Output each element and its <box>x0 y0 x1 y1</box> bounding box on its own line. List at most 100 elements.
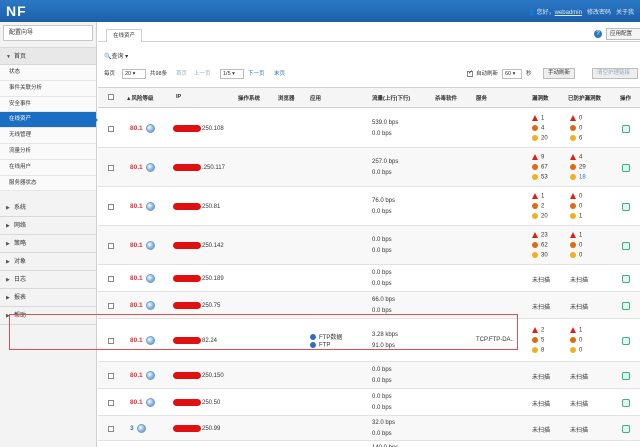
protected-count[interactable]: 0 <box>570 241 582 248</box>
protected-count[interactable]: 1 <box>570 212 582 219</box>
row-checkbox[interactable] <box>108 372 114 379</box>
header-traffic[interactable]: 流量(上行|下行) <box>372 94 410 102</box>
row-checkbox[interactable] <box>108 275 114 282</box>
header-app[interactable]: 应用 <box>310 94 321 102</box>
header-risk[interactable]: ▲风险等级 <box>126 94 153 102</box>
about-link[interactable]: 关于我 <box>616 10 634 16</box>
vuln-count[interactable]: 1 <box>532 114 544 121</box>
sidebar-group-logs[interactable]: ▶ 日志 <box>0 271 96 290</box>
header-browser[interactable]: 浏览器 <box>278 94 295 102</box>
refresh-interval-select[interactable]: 60 ▾ <box>502 69 522 79</box>
vuln-count[interactable]: 67 <box>532 163 548 170</box>
vuln-count[interactable]: 23 <box>532 231 548 238</box>
table-row[interactable]: 80.1 .250.117 257.0 bps 0.0 bps 9 67 53 4 29 18 <box>98 148 640 187</box>
vuln-count[interactable]: 2 <box>532 202 544 209</box>
detail-action-icon[interactable] <box>622 371 630 380</box>
table-row[interactable]: 80.1 250.150 0.0 bps 0.0 bps 未扫描 未扫描 <box>98 362 640 389</box>
host-icon[interactable] <box>145 201 155 211</box>
host-icon[interactable] <box>145 300 155 310</box>
sidebar-group-system[interactable]: ▶ 系统 <box>0 199 96 218</box>
header-antivirus[interactable]: 杀毒软件 <box>435 94 457 102</box>
protected-count[interactable]: 0 <box>570 124 582 131</box>
vuln-count[interactable]: 20 <box>532 212 548 219</box>
row-checkbox[interactable] <box>108 125 114 132</box>
vuln-count[interactable]: 8 <box>532 346 544 353</box>
table-row[interactable]: 3 250.99 32.0 bps 0.0 bps 未扫描 未扫描 <box>98 416 640 441</box>
header-ip[interactable]: IP <box>176 94 181 100</box>
detail-action-icon[interactable] <box>622 398 630 407</box>
protected-count[interactable]: 0 <box>570 202 582 209</box>
table-row[interactable]: 80.1 250.81 76.0 bps 0.0 bps 1 2 20 0 0 1 <box>98 187 640 226</box>
protected-count[interactable]: 18 <box>570 173 586 180</box>
vuln-count[interactable]: 62 <box>532 241 548 248</box>
manual-refresh-button[interactable]: 手动刷新 <box>543 68 576 79</box>
vuln-count[interactable]: 53 <box>532 173 548 180</box>
tab-online-assets[interactable]: 在线资产 <box>106 29 143 42</box>
row-checkbox[interactable] <box>108 203 114 210</box>
vuln-count[interactable]: 2 <box>532 326 544 333</box>
protected-count[interactable]: 0 <box>570 251 582 258</box>
sidebar-item-wireless[interactable]: 无线管理 <box>0 128 96 144</box>
sidebar-item-event-correlation[interactable]: 事件关联分析 <box>0 80 96 97</box>
sidebar-item-online-users[interactable]: 在线用户 <box>0 159 96 176</box>
detail-action-icon[interactable] <box>622 163 630 172</box>
next-page-button[interactable]: 下一页 <box>248 69 265 77</box>
query-toggle[interactable]: 🔍查询 ▾ <box>104 51 128 60</box>
header-protected[interactable]: 已防护漏洞数 <box>568 94 601 102</box>
protected-count[interactable]: 4 <box>570 153 582 160</box>
table-row[interactable]: 80.1 250.108 539.0 bps 0.0 bps 1 4 20 0 0 6 <box>98 109 640 148</box>
detail-action-icon[interactable] <box>622 274 630 283</box>
protected-count[interactable]: 0 <box>570 114 582 121</box>
change-password-link[interactable]: 修改密码 <box>587 10 611 16</box>
select-all-checkbox[interactable] <box>108 94 114 100</box>
help-icon[interactable]: ? <box>594 30 602 38</box>
host-icon[interactable] <box>145 240 155 250</box>
vuln-count[interactable]: 1 <box>532 192 544 199</box>
header-vuln[interactable]: 漏洞数 <box>532 94 549 102</box>
detail-action-icon[interactable] <box>622 124 630 133</box>
row-checkbox[interactable] <box>108 164 114 171</box>
detail-action-icon[interactable] <box>622 336 630 345</box>
config-wizard-button[interactable]: 配置向导 <box>3 25 93 41</box>
protected-count[interactable]: 1 <box>570 326 582 333</box>
host-icon[interactable] <box>145 273 155 283</box>
vuln-count[interactable]: 5 <box>532 336 544 343</box>
page-select[interactable]: 1/5 ▾ <box>220 69 244 79</box>
header-service[interactable]: 服务 <box>476 94 487 102</box>
table-row[interactable]: 80.1 250.142 0.0 bps 0.0 bps 23 62 30 1 0 0 <box>98 226 640 265</box>
sidebar-group-network[interactable]: ▶ 网络 <box>0 217 96 236</box>
row-checkbox[interactable] <box>108 399 114 406</box>
row-checkbox[interactable] <box>108 242 114 249</box>
username-link[interactable]: webadmin <box>555 10 582 16</box>
sidebar-item-server-status[interactable]: 服务器状态 <box>0 175 96 192</box>
app-config-button[interactable]: 应用配置 <box>606 28 640 40</box>
protected-count[interactable]: 29 <box>570 163 586 170</box>
auto-refresh-checkbox[interactable] <box>467 69 473 77</box>
sidebar-group-policy[interactable]: ▶ 策略 <box>0 235 96 254</box>
header-os[interactable]: 操作系统 <box>238 94 260 102</box>
table-row[interactable]: 80.1 250.50 0.0 bps 0.0 bps 未扫描 未扫描 <box>98 389 640 416</box>
protected-count[interactable]: 0 <box>570 336 582 343</box>
last-page-button[interactable]: 末页 <box>274 69 285 77</box>
host-icon[interactable] <box>145 123 155 133</box>
vuln-count[interactable]: 4 <box>532 124 544 131</box>
detail-action-icon[interactable] <box>622 424 630 433</box>
sidebar-group-objects[interactable]: ▶ 对象 <box>0 253 96 272</box>
sidebar-item-security-events[interactable]: 安全事件 <box>0 96 96 113</box>
sidebar-group-reports[interactable]: ▶ 报表 <box>0 289 96 308</box>
vuln-count[interactable]: 20 <box>532 134 548 141</box>
protected-count[interactable]: 0 <box>570 346 582 353</box>
sidebar-item-status[interactable]: 状态 <box>0 65 96 81</box>
row-checkbox[interactable] <box>108 425 114 432</box>
detail-action-icon[interactable] <box>622 301 630 310</box>
host-icon[interactable] <box>145 162 155 172</box>
host-icon[interactable] <box>136 423 146 433</box>
sidebar-item-traffic[interactable]: 流量分析 <box>0 143 96 160</box>
sidebar-item-online-assets[interactable]: 在线资产 <box>0 112 96 129</box>
detail-action-icon[interactable] <box>622 202 630 211</box>
detail-action-icon[interactable] <box>622 241 630 250</box>
row-checkbox[interactable] <box>108 302 114 309</box>
table-row[interactable]: 80.1 250.189 0.0 bps 0.0 bps 未扫描 未扫描 <box>98 265 640 292</box>
protected-count[interactable]: 6 <box>570 134 582 141</box>
vuln-count[interactable]: 30 <box>532 251 548 258</box>
